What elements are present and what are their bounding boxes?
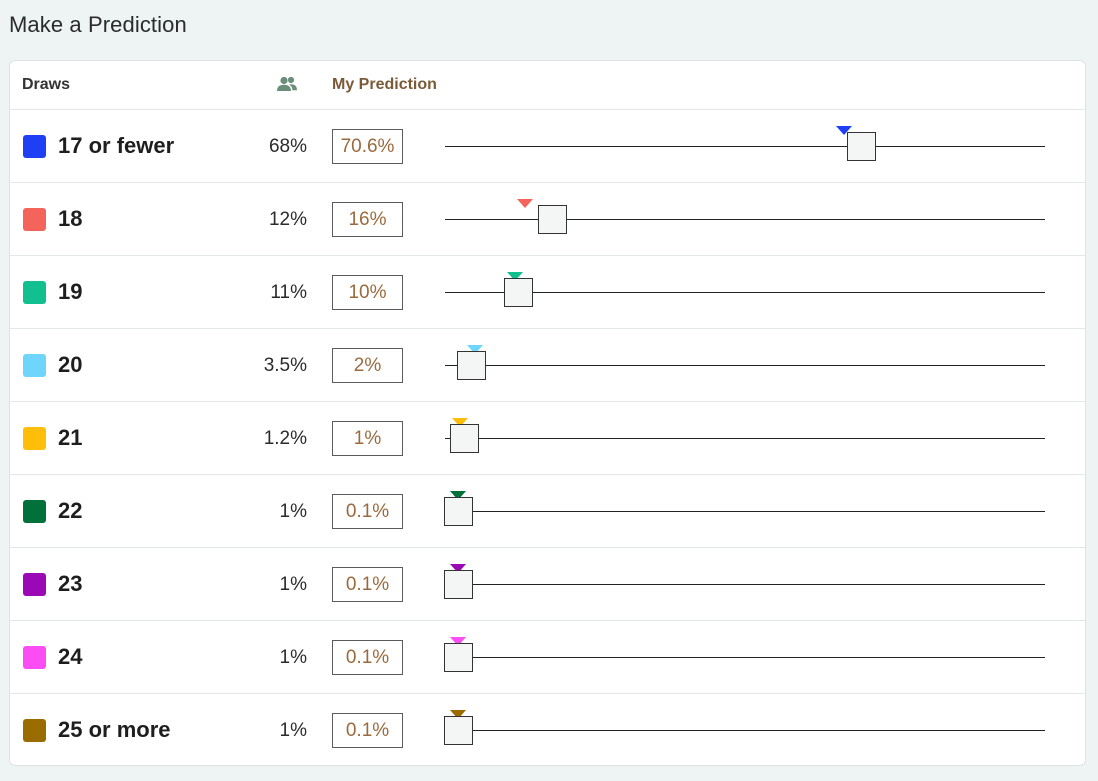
color-swatch bbox=[23, 573, 46, 596]
color-swatch bbox=[23, 208, 46, 231]
prediction-slider-track[interactable] bbox=[445, 219, 1045, 220]
table-row: 23 1% 0.1% bbox=[10, 548, 1085, 621]
table-row: 17 or fewer 68% 70.6% bbox=[10, 110, 1085, 183]
prediction-slider-handle[interactable] bbox=[450, 424, 479, 453]
community-prediction: 1% bbox=[279, 720, 307, 741]
outcome-label: 25 or more bbox=[58, 717, 171, 742]
prediction-slider-handle[interactable] bbox=[444, 570, 473, 599]
community-prediction: 68% bbox=[268, 136, 307, 157]
my-prediction-input[interactable]: 16% bbox=[332, 202, 403, 237]
prediction-slider-track[interactable] bbox=[445, 438, 1045, 439]
my-prediction-input[interactable]: 0.1% bbox=[332, 713, 403, 748]
prediction-slider-track[interactable] bbox=[445, 730, 1045, 731]
color-swatch bbox=[23, 427, 46, 450]
outcome-label: 18 bbox=[58, 206, 83, 231]
prediction-slider-handle[interactable] bbox=[457, 351, 486, 380]
prediction-slider-handle[interactable] bbox=[538, 205, 567, 234]
table-row: 25 or more 1% 0.1% bbox=[10, 694, 1085, 765]
prediction-slider-track[interactable] bbox=[445, 657, 1045, 658]
prediction-table: Draws My Prediction 17 or fewer 68% 70.6% 1… bbox=[9, 60, 1086, 766]
prediction-slider-track[interactable] bbox=[445, 146, 1045, 147]
outcome-label: 22 bbox=[58, 498, 83, 523]
my-prediction-input[interactable]: 1% bbox=[332, 421, 403, 456]
prediction-slider-track[interactable] bbox=[445, 511, 1045, 512]
color-swatch bbox=[23, 135, 46, 158]
color-swatch bbox=[23, 646, 46, 669]
color-swatch bbox=[23, 354, 46, 377]
my-prediction-input[interactable]: 0.1% bbox=[332, 567, 403, 602]
prediction-slider-handle[interactable] bbox=[504, 278, 533, 307]
community-prediction: 12% bbox=[268, 209, 307, 230]
prediction-slider-handle[interactable] bbox=[444, 716, 473, 745]
prediction-slider-track[interactable] bbox=[445, 292, 1045, 293]
draws-column-header: Draws bbox=[22, 76, 71, 93]
color-swatch bbox=[23, 500, 46, 523]
my-prediction-input[interactable]: 2% bbox=[332, 348, 403, 383]
table-header: Draws My Prediction bbox=[10, 61, 1085, 110]
outcome-label: 21 bbox=[58, 425, 83, 450]
my-prediction-input[interactable]: 10% bbox=[332, 275, 403, 310]
outcome-label: 19 bbox=[58, 279, 83, 304]
prediction-slider-handle[interactable] bbox=[444, 497, 473, 526]
table-row: 19 11% 10% bbox=[10, 256, 1085, 329]
prediction-slider-handle[interactable] bbox=[444, 643, 473, 672]
my-prediction-column-header: My Prediction bbox=[332, 76, 437, 93]
table-row: 18 12% 16% bbox=[10, 183, 1085, 256]
table-row: 21 1.2% 1% bbox=[10, 402, 1085, 475]
table-row: 24 1% 0.1% bbox=[10, 621, 1085, 694]
community-prediction: 11% bbox=[270, 282, 307, 303]
community-prediction: 1% bbox=[279, 574, 307, 595]
my-prediction-input[interactable]: 0.1% bbox=[332, 494, 403, 529]
table-row: 22 1% 0.1% bbox=[10, 475, 1085, 548]
prediction-slider-track[interactable] bbox=[445, 584, 1045, 585]
community-prediction: 1% bbox=[279, 501, 307, 522]
outcome-label: 23 bbox=[58, 571, 83, 596]
color-swatch bbox=[23, 719, 46, 742]
my-prediction-input[interactable]: 70.6% bbox=[332, 129, 403, 164]
color-swatch bbox=[23, 281, 46, 304]
community-marker bbox=[517, 199, 533, 208]
prediction-slider-track[interactable] bbox=[445, 365, 1045, 366]
outcome-label: 24 bbox=[58, 644, 83, 669]
users-icon bbox=[276, 75, 298, 95]
table-row: 20 3.5% 2% bbox=[10, 329, 1085, 402]
page-title: Make a Prediction bbox=[9, 12, 187, 37]
community-prediction: 1% bbox=[279, 647, 307, 668]
my-prediction-input[interactable]: 0.1% bbox=[332, 640, 403, 675]
community-prediction: 1.2% bbox=[263, 428, 307, 449]
outcome-label: 17 or fewer bbox=[58, 133, 175, 158]
community-prediction: 3.5% bbox=[263, 355, 307, 376]
outcome-label: 20 bbox=[58, 352, 83, 377]
prediction-slider-handle[interactable] bbox=[847, 132, 876, 161]
